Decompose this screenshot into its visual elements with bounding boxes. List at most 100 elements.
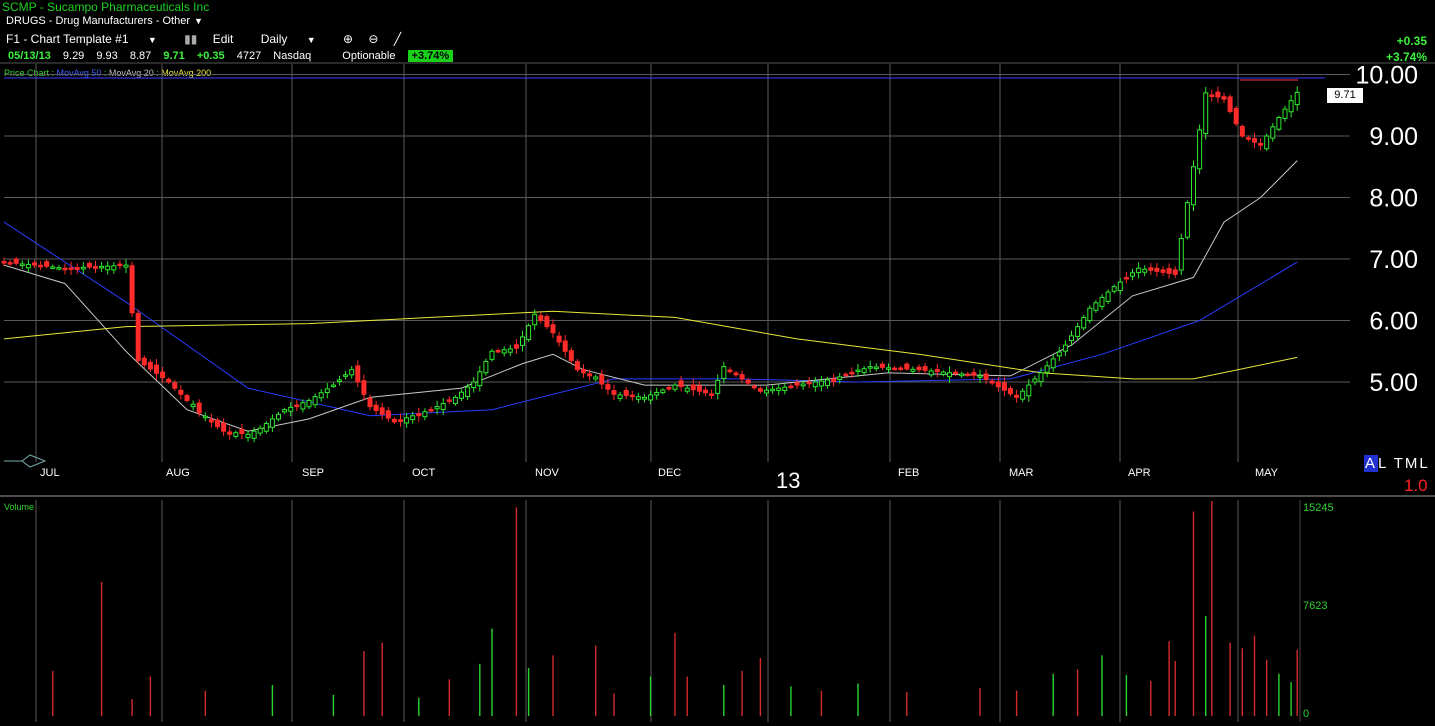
candle-body bbox=[684, 387, 690, 392]
candle-body bbox=[886, 367, 891, 370]
candle-body bbox=[1172, 269, 1178, 275]
price-tick-label: 8.00 bbox=[1369, 185, 1418, 213]
candle-body bbox=[867, 366, 873, 369]
candle-body bbox=[660, 389, 666, 394]
candle-body bbox=[312, 396, 318, 406]
candle-body bbox=[971, 372, 977, 376]
candle-body bbox=[788, 385, 794, 389]
month-label: SEP bbox=[302, 467, 324, 479]
candle-body bbox=[587, 373, 593, 377]
candle-body bbox=[1099, 296, 1105, 307]
candle-body bbox=[1209, 94, 1215, 97]
candle-body bbox=[581, 368, 586, 374]
candle-body bbox=[1282, 108, 1288, 119]
candle-body bbox=[953, 371, 959, 375]
candle-body bbox=[800, 383, 806, 387]
candle-body bbox=[1, 261, 7, 264]
volume-label: Volume bbox=[4, 502, 34, 512]
candle-body bbox=[965, 373, 971, 377]
candle-body bbox=[745, 379, 751, 384]
candle-body bbox=[221, 422, 227, 432]
candle-body bbox=[306, 399, 312, 408]
candle-body bbox=[135, 312, 141, 361]
candle-body bbox=[172, 382, 178, 389]
candle-body bbox=[849, 371, 855, 375]
candle-body bbox=[947, 372, 952, 378]
candle-body bbox=[1178, 238, 1184, 271]
candle-body bbox=[80, 266, 86, 270]
candle-body bbox=[269, 418, 275, 428]
candle-body bbox=[1105, 291, 1111, 302]
candle-body bbox=[251, 430, 257, 439]
candle-body bbox=[715, 379, 721, 394]
candle-body bbox=[74, 267, 80, 270]
candle-body bbox=[459, 391, 464, 399]
candle-body bbox=[1258, 143, 1264, 146]
candle-body bbox=[623, 390, 629, 397]
candle-body bbox=[416, 413, 422, 417]
candle-body bbox=[812, 381, 818, 388]
candle-body bbox=[324, 388, 330, 394]
candle-body bbox=[672, 384, 678, 390]
candle-body bbox=[562, 340, 568, 352]
candle-body bbox=[843, 373, 849, 377]
candle-body bbox=[1044, 365, 1050, 373]
volume-tick-label: 0 bbox=[1303, 708, 1309, 720]
candle-body bbox=[99, 265, 105, 269]
candle-body bbox=[1020, 390, 1026, 400]
candle-body bbox=[538, 315, 544, 322]
candle-body bbox=[916, 366, 922, 371]
candle-body bbox=[940, 371, 946, 375]
candle-body bbox=[355, 365, 361, 383]
candle-body bbox=[300, 402, 306, 410]
candle-body bbox=[556, 335, 562, 343]
candle-body bbox=[117, 263, 123, 267]
candle-body bbox=[1062, 344, 1068, 352]
candle-body bbox=[1203, 92, 1209, 135]
candle-body bbox=[739, 374, 745, 380]
month-label: APR bbox=[1128, 467, 1151, 479]
candle-body bbox=[56, 267, 62, 270]
candle-body bbox=[501, 349, 507, 354]
candle-body bbox=[629, 394, 635, 398]
candle-body bbox=[751, 385, 757, 389]
candle-body bbox=[1252, 138, 1257, 143]
candle-body bbox=[50, 266, 56, 269]
candle-body bbox=[764, 389, 769, 394]
candle-body bbox=[532, 313, 538, 326]
candle-body bbox=[465, 386, 471, 398]
volume-tick-label: 7623 bbox=[1303, 600, 1327, 612]
candle-body bbox=[19, 263, 25, 266]
candle-body bbox=[1166, 268, 1172, 274]
altml-indicator[interactable]: AL TML bbox=[1364, 455, 1430, 472]
candle-body bbox=[574, 360, 580, 371]
candle-body bbox=[337, 379, 342, 382]
candle-body bbox=[1227, 96, 1233, 112]
candle-body bbox=[1215, 91, 1221, 98]
candle-body bbox=[544, 316, 550, 328]
candle-body bbox=[678, 380, 684, 388]
candle-body bbox=[1191, 166, 1196, 206]
month-label: NOV bbox=[535, 467, 560, 479]
candle-body bbox=[1142, 268, 1148, 273]
candle-body bbox=[733, 372, 739, 376]
candle-body bbox=[806, 381, 812, 385]
candle-body bbox=[32, 262, 37, 266]
candle-body bbox=[873, 366, 879, 370]
scale-factor: 1.0 bbox=[1404, 476, 1428, 495]
candle-body bbox=[770, 388, 776, 392]
candle-body bbox=[879, 363, 885, 368]
year-marker: 13 bbox=[776, 468, 801, 493]
candle-body bbox=[428, 409, 434, 412]
candle-body bbox=[1239, 125, 1245, 137]
candle-body bbox=[227, 431, 233, 435]
candle-body bbox=[1270, 126, 1276, 139]
candle-body bbox=[568, 350, 574, 361]
candle-body bbox=[489, 350, 495, 360]
candle-body bbox=[86, 262, 92, 268]
candle-body bbox=[1075, 326, 1081, 337]
price-volume-chart: 5.00 6.00 7.00 8.00 9.00 10.00 JUL AUG SEP OCT NOV… bbox=[0, 62, 1435, 722]
candle-body bbox=[1111, 286, 1117, 292]
candle-body bbox=[1008, 388, 1013, 395]
candle-body bbox=[373, 404, 379, 411]
